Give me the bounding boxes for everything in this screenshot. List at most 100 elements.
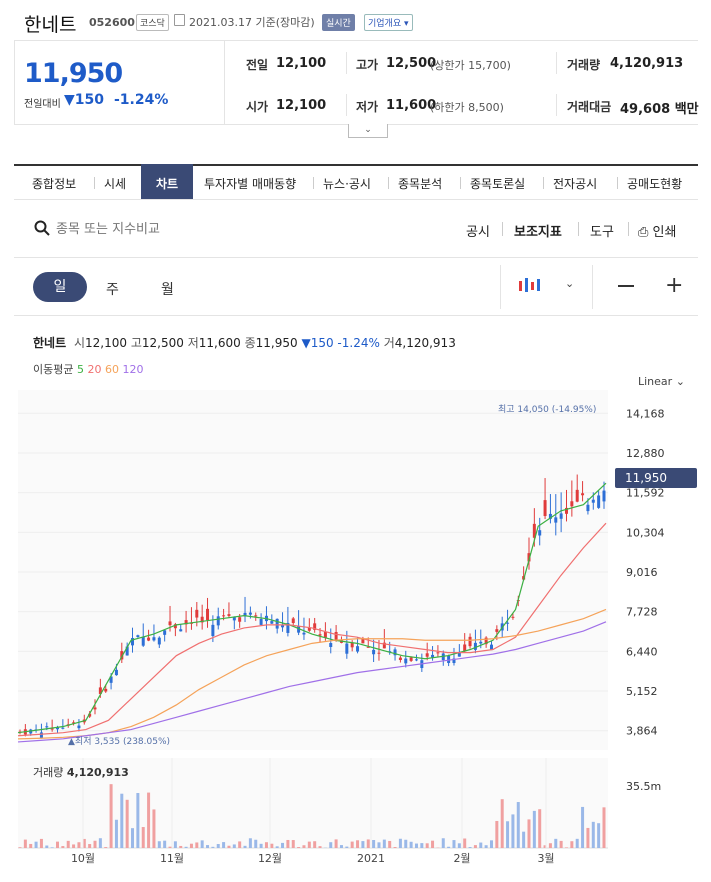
expand-chevron-icon[interactable]: ⌄ — [348, 124, 388, 138]
volume-bar — [291, 840, 295, 848]
candle-body — [291, 618, 295, 624]
candle-body — [136, 635, 140, 638]
volume-bar — [554, 838, 558, 848]
price-chart[interactable]: 14,168 12,880 11,592 10,304 9,016 7,728 6,440 5… — [0, 390, 711, 882]
tab-3[interactable]: 투자자별 매매동향 — [204, 175, 296, 192]
volume-bar — [195, 842, 199, 848]
candle-body — [147, 637, 151, 641]
volume-bar — [591, 821, 595, 848]
tab-5[interactable]: 종목분석 — [398, 175, 442, 192]
printer-icon: ⎙ — [638, 225, 649, 240]
high-value: 12,500 — [386, 56, 437, 71]
volume-bar — [238, 841, 242, 848]
candle-body — [586, 504, 590, 512]
candle-body — [104, 688, 108, 692]
y-tick-label: 3,864 — [626, 725, 658, 738]
volume-bar — [602, 807, 606, 848]
overview-dropdown[interactable]: 기업개요 ▾ — [364, 14, 413, 31]
period-month-button[interactable]: 월 — [161, 279, 174, 299]
volume-bar — [500, 799, 504, 848]
zoom-in-icon[interactable]: + — [665, 275, 683, 297]
candle-body — [554, 517, 558, 523]
period-week-button[interactable]: 주 — [106, 279, 119, 299]
calendar-icon — [174, 14, 185, 26]
volume-bar — [88, 844, 92, 848]
print-button[interactable]: ⎙ 인쇄 — [638, 221, 676, 240]
tab-7[interactable]: 전자공시 — [553, 175, 597, 192]
tab-0[interactable]: 종합정보 — [32, 175, 76, 192]
volume-bar — [39, 838, 43, 848]
volume-bar — [548, 843, 552, 848]
x-tick-label: 10월 — [71, 852, 95, 865]
tab-4[interactable]: 뉴스·공시 — [323, 175, 371, 192]
candle-body — [275, 618, 279, 629]
tab-6[interactable]: 종목토론실 — [470, 175, 525, 192]
candle-body — [570, 501, 574, 507]
volume-bar — [570, 841, 574, 848]
scale-dropdown[interactable]: Linear ⌄ — [638, 375, 685, 388]
candle-body — [398, 657, 402, 661]
tab-separator — [388, 177, 389, 189]
tab-1[interactable]: 시세 — [104, 175, 126, 192]
volume-bar — [125, 799, 129, 848]
current-price: 11,950 — [24, 58, 123, 89]
tab-8[interactable]: 공매도현황 — [627, 175, 682, 192]
compare-search-input[interactable] — [56, 219, 256, 239]
volume-bar — [93, 840, 97, 848]
candle-body — [168, 621, 172, 626]
tools-button[interactable]: 도구 — [590, 221, 614, 240]
y-tick-label: 14,168 — [626, 407, 665, 420]
candle-body — [141, 636, 145, 646]
volume-bar — [484, 845, 488, 848]
market-badge: 코스닥 — [136, 14, 169, 31]
volume-bar — [72, 844, 76, 848]
tab-separator — [94, 177, 95, 189]
volume-bar — [136, 793, 140, 848]
y-tick-label: 10,304 — [626, 526, 665, 539]
candle-body — [575, 489, 579, 502]
volume-bar — [227, 845, 231, 848]
candle-body — [543, 500, 547, 517]
candle-body — [61, 727, 65, 729]
volume-bar — [431, 840, 435, 848]
disclosure-button[interactable]: 공시 — [466, 221, 490, 240]
upper-limit: (상한가 15,700) — [430, 59, 511, 72]
candle-body — [227, 614, 231, 616]
volume-bar — [581, 806, 585, 848]
chart-type-chevron-icon[interactable]: ⌄ — [565, 277, 574, 290]
prev-label: 전일 — [246, 58, 269, 72]
volume-bar — [388, 840, 392, 848]
plot-area — [18, 390, 608, 750]
x-tick-label: 2021 — [357, 852, 385, 865]
volume-bar — [302, 845, 306, 848]
volume-bar — [232, 844, 236, 848]
search-icon[interactable] — [34, 220, 50, 240]
volume-label: 거래량 — [567, 58, 601, 72]
volume-bar — [222, 842, 226, 848]
volume-bar — [334, 839, 338, 848]
volume-bar — [109, 784, 113, 848]
candle-body — [39, 732, 43, 739]
candle-body — [323, 631, 327, 638]
volume-bar — [264, 842, 268, 848]
tab-2[interactable]: 차트 — [156, 175, 178, 192]
indicator-button[interactable]: 보조지표 — [514, 221, 562, 240]
volume-bar — [168, 846, 172, 848]
down-arrow-icon: ▼ — [64, 92, 75, 108]
low-label: 저가 — [356, 100, 379, 114]
candle-type-icon[interactable] — [517, 275, 545, 301]
prev-value: 12,100 — [276, 56, 327, 71]
y-tick-label: 7,728 — [626, 606, 658, 619]
volume-bar — [382, 839, 386, 848]
volume-bar — [248, 838, 252, 848]
tab-separator — [543, 177, 544, 189]
volume-bar — [297, 847, 301, 848]
volume-bar — [527, 819, 531, 848]
period-day-button[interactable]: 일 — [33, 272, 87, 302]
volume-bar — [538, 809, 542, 848]
volume-bar — [516, 802, 520, 848]
zoom-out-icon[interactable] — [618, 285, 634, 287]
volume-bar — [184, 846, 188, 848]
volume-bar — [511, 814, 515, 848]
min-annotation: ▲최저 3,535 (238.05%) — [68, 737, 171, 747]
